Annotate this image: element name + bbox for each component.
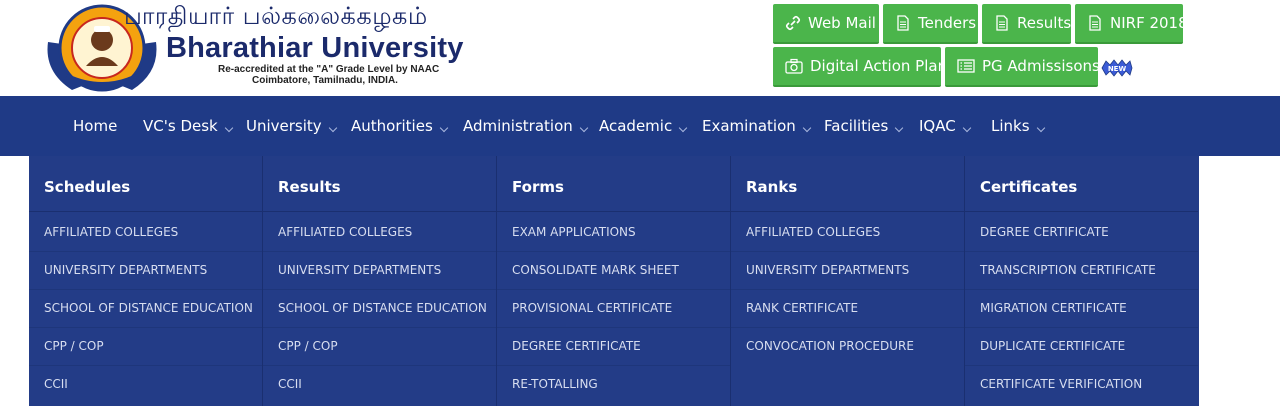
menu-link[interactable]: CONSOLIDATE MARK SHEET xyxy=(512,251,730,289)
nav-item-links[interactable]: Links xyxy=(991,96,1045,156)
pg-admissions-button[interactable]: PG Admissisons xyxy=(945,47,1100,87)
nav-label: Examination xyxy=(702,117,796,135)
document-icon xyxy=(1087,15,1103,31)
chevron-down-icon xyxy=(224,123,233,133)
nav-label: Administration xyxy=(463,117,573,135)
menu-link[interactable]: UNIVERSITY DEPARTMENTS xyxy=(278,251,496,289)
chevron-down-icon xyxy=(328,123,337,133)
nav-item-facilities[interactable]: Facilities xyxy=(824,96,904,156)
chevron-down-icon xyxy=(895,123,904,133)
nav-label: VC's Desk xyxy=(143,117,218,135)
document-icon xyxy=(895,15,911,31)
chevron-down-icon xyxy=(962,123,971,133)
column-heading: Ranks xyxy=(746,178,798,196)
chevron-down-icon xyxy=(678,123,688,133)
menu-link[interactable]: SCHOOL OF DISTANCE EDUCATION xyxy=(278,289,496,327)
menu-link[interactable]: RE-TOTALLING xyxy=(512,365,730,403)
menu-link[interactable]: DUPLICATE CERTIFICATE xyxy=(980,327,1198,365)
menu-link[interactable]: RANK CERTIFICATE xyxy=(746,289,964,327)
list-icon xyxy=(957,58,975,74)
menu-link[interactable]: UNIVERSITY DEPARTMENTS xyxy=(746,251,964,289)
menu-column-results: Results AFFILIATED COLLEGES UNIVERSITY D… xyxy=(263,156,497,406)
chevron-down-icon xyxy=(579,123,589,133)
menu-link[interactable]: PROVISIONAL CERTIFICATE xyxy=(512,289,730,327)
column-heading: Forms xyxy=(512,178,564,196)
new-badge: NEW xyxy=(1100,59,1134,77)
menu-column-ranks: Ranks AFFILIATED COLLEGES UNIVERSITY DEP… xyxy=(731,156,965,406)
new-badge-text: NEW xyxy=(1108,65,1127,73)
menu-link[interactable]: CERTIFICATE VERIFICATION xyxy=(980,365,1198,403)
menu-link[interactable]: CONVOCATION PROCEDURE xyxy=(746,327,964,365)
divider xyxy=(497,211,730,212)
nav-label: Home xyxy=(73,117,118,135)
nav-label: Facilities xyxy=(824,117,889,135)
nav-item-vcs-desk[interactable]: VC's Desk xyxy=(143,96,233,156)
link-icon xyxy=(785,15,801,31)
chevron-down-icon xyxy=(1036,123,1045,133)
menu-link[interactable]: CCII xyxy=(44,365,262,403)
nav-item-iqac[interactable]: IQAC xyxy=(919,96,971,156)
page: பாரதியார் பல்கலைக்கழகம் Bharathiar Unive… xyxy=(0,0,1280,406)
nav-label: University xyxy=(246,117,322,135)
tenders-label: Tenders xyxy=(918,14,977,32)
menu-link[interactable]: AFFILIATED COLLEGES xyxy=(746,213,964,251)
digital-action-plan-button[interactable]: Digital Action Plan xyxy=(773,47,947,87)
menu-link[interactable]: AFFILIATED COLLEGES xyxy=(278,213,496,251)
nirf-button[interactable]: NIRF 2018 xyxy=(1075,4,1188,44)
pg-admissions-label: PG Admissisons xyxy=(982,57,1100,75)
menu-link[interactable]: DEGREE CERTIFICATE xyxy=(980,213,1198,251)
menu-link[interactable]: DEGREE CERTIFICATE xyxy=(512,327,730,365)
menu-column-certificates: Certificates DEGREE CERTIFICATE TRANSCRI… xyxy=(965,156,1199,406)
tenders-button[interactable]: Tenders xyxy=(883,4,978,44)
menu-link[interactable]: CPP / COP xyxy=(278,327,496,365)
digital-action-plan-label: Digital Action Plan xyxy=(810,57,948,75)
divider xyxy=(29,211,262,212)
divider xyxy=(731,211,964,212)
nav-item-academic[interactable]: Academic xyxy=(599,96,688,156)
university-title[interactable]: Bharathiar University xyxy=(166,32,464,65)
column-heading: Certificates xyxy=(980,178,1078,196)
nav-item-administration[interactable]: Administration xyxy=(463,96,589,156)
column-heading: Results xyxy=(278,178,341,196)
examination-mega-menu: Schedules AFFILIATED COLLEGES UNIVERSITY… xyxy=(29,156,1199,406)
nav-label: IQAC xyxy=(919,117,956,135)
nav-item-university[interactable]: University xyxy=(246,96,337,156)
nav-label: Academic xyxy=(599,117,673,135)
nav-item-examination[interactable]: Examination xyxy=(702,96,812,156)
chevron-down-icon xyxy=(802,123,812,133)
menu-link[interactable]: TRANSCRIPTION CERTIFICATE xyxy=(980,251,1198,289)
nav-label: Links xyxy=(991,117,1030,135)
document-icon xyxy=(994,15,1010,31)
webmail-button[interactable]: Web Mail xyxy=(773,4,879,44)
nav-item-home[interactable]: Home xyxy=(73,96,117,156)
divider xyxy=(965,211,1198,212)
university-tamil-title: பாரதியார் பல்கலைக்கழகம் xyxy=(124,2,428,30)
results-button[interactable]: Results xyxy=(982,4,1071,44)
nirf-label: NIRF 2018 xyxy=(1110,14,1188,32)
divider xyxy=(263,211,496,212)
menu-link[interactable]: MIGRATION CERTIFICATE xyxy=(980,289,1198,327)
nav-item-authorities[interactable]: Authorities xyxy=(351,96,449,156)
accreditation-text: Re-accredited at the "A" Grade Level by … xyxy=(218,64,440,75)
menu-column-forms: Forms EXAM APPLICATIONS CONSOLIDATE MARK… xyxy=(497,156,731,406)
menu-link[interactable]: CCII xyxy=(278,365,496,403)
menu-link[interactable]: AFFILIATED COLLEGES xyxy=(44,213,262,251)
site-header: பாரதியார் பல்கலைக்கழகம் Bharathiar Unive… xyxy=(0,0,1280,96)
webmail-label: Web Mail xyxy=(808,14,876,32)
main-nav: Home VC's Desk University Authorities Ad… xyxy=(0,96,1280,156)
location-text: Coimbatore, Tamilnadu, INDIA. xyxy=(252,75,398,86)
results-label: Results xyxy=(1017,14,1072,32)
menu-link[interactable]: SCHOOL OF DISTANCE EDUCATION xyxy=(44,289,262,327)
camera-icon xyxy=(785,58,803,74)
chevron-down-icon xyxy=(439,123,449,133)
column-heading: Schedules xyxy=(44,178,131,196)
menu-link[interactable]: UNIVERSITY DEPARTMENTS xyxy=(44,251,262,289)
menu-column-schedules: Schedules AFFILIATED COLLEGES UNIVERSITY… xyxy=(29,156,263,406)
menu-link[interactable]: CPP / COP xyxy=(44,327,262,365)
menu-link[interactable]: EXAM APPLICATIONS xyxy=(512,213,730,251)
nav-label: Authorities xyxy=(351,117,433,135)
